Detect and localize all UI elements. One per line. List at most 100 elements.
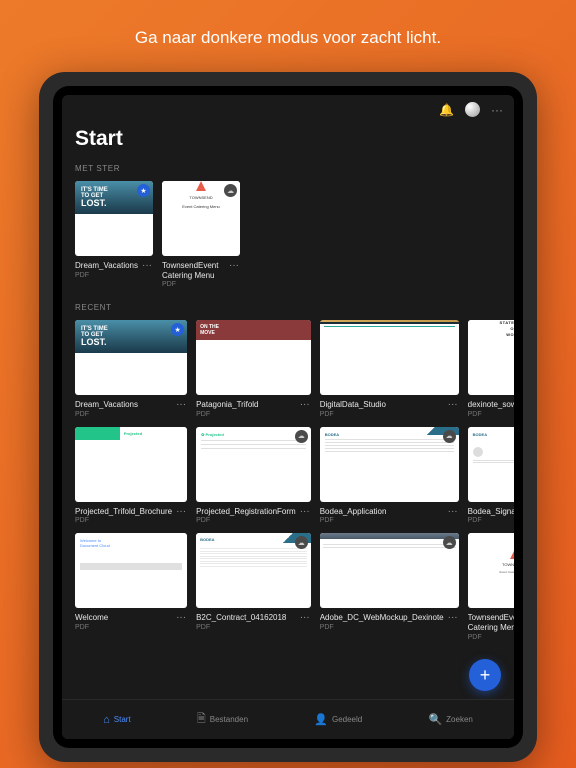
document-card[interactable]: ✿ Projected☁ Projected_RegistrationFormPD…	[196, 427, 311, 525]
document-more-button[interactable]: ···	[447, 613, 459, 623]
document-name: Adobe_DC_WebMockup_Dexinote	[320, 613, 444, 623]
shared-icon: 👤	[314, 713, 328, 726]
document-card[interactable]: ON THEMOVE Patagonia_TrifoldPDF···	[196, 320, 311, 418]
document-card[interactable]: IT'S TIMETO GETLOST.★ Dream_VacationsPDF·…	[75, 320, 187, 418]
document-thumbnail: TOWNSENDEvent Catering Menu☁	[162, 181, 240, 256]
document-type: PDF	[75, 624, 172, 631]
document-more-button[interactable]: ···	[299, 400, 311, 410]
document-name: Projected_RegistrationForm	[196, 507, 296, 517]
cloud-badge-icon: ☁	[443, 430, 456, 443]
document-thumbnail: IT'S TIMETO GETLOST.★	[75, 181, 153, 256]
section-starred-label: MET STER	[75, 164, 501, 173]
document-card[interactable]: ☁ Adobe_DC_WebMockup_DexinotePDF···	[320, 533, 459, 640]
document-thumbnail: TOWNSENDEvent Catering Menu★	[468, 533, 514, 608]
document-thumbnail: ☁	[320, 533, 459, 608]
document-more-button[interactable]: ···	[175, 613, 187, 623]
document-type: PDF	[320, 517, 444, 524]
home-icon: ⌂	[103, 714, 110, 726]
nav-files-label: Bestanden	[210, 715, 248, 724]
document-thumbnail: BODEA☁	[320, 427, 459, 502]
document-more-button[interactable]: ···	[175, 507, 187, 517]
document-thumbnail: BODEA	[468, 427, 514, 502]
document-more-button[interactable]: ···	[228, 261, 240, 271]
document-type: PDF	[468, 411, 514, 418]
cloud-badge-icon: ☁	[224, 184, 237, 197]
document-name: dexinote_sow	[468, 400, 514, 410]
document-card[interactable]: TOWNSENDEvent Catering Menu★ TownsendEven…	[468, 533, 514, 640]
document-name: B2C_Contract_04162018	[196, 613, 296, 623]
document-card[interactable]: DigitalData_StudioPDF···	[320, 320, 459, 418]
nav-start[interactable]: ⌂ Start	[103, 714, 131, 726]
document-name: TownsendEvent Catering Menu	[468, 613, 514, 632]
document-type: PDF	[320, 624, 444, 631]
document-card[interactable]: BODEA☁ B2C_Contract_04162018PDF···	[196, 533, 311, 640]
tablet-frame: 🔔 ··· Start MET STER IT'S TIMETO GETLOST…	[39, 72, 537, 762]
document-more-button[interactable]: ···	[141, 261, 153, 271]
content-scroll: Start MET STER IT'S TIMETO GETLOST.★ Drea…	[62, 124, 514, 739]
document-more-button[interactable]: ···	[299, 507, 311, 517]
document-name: Welcome	[75, 613, 172, 623]
app-screen: 🔔 ··· Start MET STER IT'S TIMETO GETLOST…	[62, 95, 514, 739]
document-type: PDF	[196, 517, 296, 524]
document-thumbnail: BODEA☁	[196, 533, 311, 608]
document-type: PDF	[162, 281, 225, 288]
document-name: Bodea_SignatureLine	[468, 507, 514, 517]
document-type: PDF	[75, 411, 172, 418]
document-card[interactable]: Projected Projected_Trifold_BrochurePDF··…	[75, 427, 187, 525]
document-thumbnail: Welcome toDocument Cloud	[75, 533, 187, 608]
cloud-badge-icon: ☁	[443, 536, 456, 549]
search-icon: 🔍	[428, 713, 442, 726]
document-thumbnail: ✿ Projected☁	[196, 427, 311, 502]
document-name: Patagonia_Trifold	[196, 400, 296, 410]
document-type: PDF	[75, 272, 138, 279]
page-title: Start	[75, 127, 501, 151]
notifications-icon[interactable]: 🔔	[439, 103, 454, 117]
bottom-nav: ⌂ Start 🗎 Bestanden 👤 Gedeeld 🔍 Zoeken	[62, 699, 514, 739]
top-toolbar: 🔔 ···	[62, 95, 514, 124]
document-thumbnail: Projected	[75, 427, 187, 502]
document-type: PDF	[196, 411, 296, 418]
document-card[interactable]: Welcome toDocument Cloud WelcomePDF···	[75, 533, 187, 640]
add-button[interactable]: +	[469, 659, 501, 691]
document-name: DigitalData_Studio	[320, 400, 444, 410]
document-type: PDF	[320, 411, 444, 418]
document-thumbnail	[320, 320, 459, 395]
document-thumbnail: ON THEMOVE	[196, 320, 311, 395]
tablet-bezel: 🔔 ··· Start MET STER IT'S TIMETO GETLOST…	[53, 86, 523, 748]
document-thumbnail: STATEMENTOFWORK	[468, 320, 514, 395]
more-icon[interactable]: ···	[491, 103, 503, 117]
document-card[interactable]: TOWNSENDEvent Catering Menu☁ TownsendEven…	[162, 181, 240, 288]
section-recent-label: RECENT	[75, 303, 501, 312]
document-thumbnail: IT'S TIMETO GETLOST.★	[75, 320, 187, 395]
document-type: PDF	[468, 517, 514, 524]
cloud-badge-icon: ☁	[295, 430, 308, 443]
document-type: PDF	[75, 517, 172, 524]
nav-search[interactable]: 🔍 Zoeken	[428, 713, 472, 726]
document-name: Dream_Vacations	[75, 261, 138, 271]
avatar-icon[interactable]	[465, 102, 480, 117]
document-type: PDF	[196, 624, 296, 631]
star-badge-icon: ★	[137, 184, 150, 197]
document-name: Bodea_Application	[320, 507, 444, 517]
nav-files[interactable]: 🗎 Bestanden	[197, 710, 248, 729]
document-card[interactable]: BODEABodea_SignatureLinePDF···	[468, 427, 514, 525]
document-card[interactable]: IT'S TIMETO GETLOST.★ Dream_VacationsPDF·…	[75, 181, 153, 288]
promo-headline: Ga naar donkere modus voor zacht licht.	[135, 28, 441, 48]
nav-search-label: Zoeken	[446, 715, 473, 724]
starred-grid: IT'S TIMETO GETLOST.★Dream_VacationsPDF·…	[75, 181, 501, 288]
nav-shared-label: Gedeeld	[332, 715, 362, 724]
document-name: Projected_Trifold_Brochure	[75, 507, 172, 517]
document-more-button[interactable]: ···	[447, 400, 459, 410]
recent-grid: IT'S TIMETO GETLOST.★Dream_VacationsPDF·…	[75, 320, 501, 640]
document-more-button[interactable]: ···	[175, 400, 187, 410]
document-more-button[interactable]: ···	[299, 613, 311, 623]
nav-shared[interactable]: 👤 Gedeeld	[314, 713, 362, 726]
files-icon: 🗎	[197, 710, 206, 729]
document-name: TownsendEvent Catering Menu	[162, 261, 225, 280]
document-type: PDF	[468, 634, 514, 641]
document-card[interactable]: BODEA☁ Bodea_ApplicationPDF···	[320, 427, 459, 525]
nav-start-label: Start	[114, 715, 131, 724]
document-card[interactable]: STATEMENTOFWORKdexinote_sowPDF···	[468, 320, 514, 418]
document-name: Dream_Vacations	[75, 400, 172, 410]
document-more-button[interactable]: ···	[447, 507, 459, 517]
